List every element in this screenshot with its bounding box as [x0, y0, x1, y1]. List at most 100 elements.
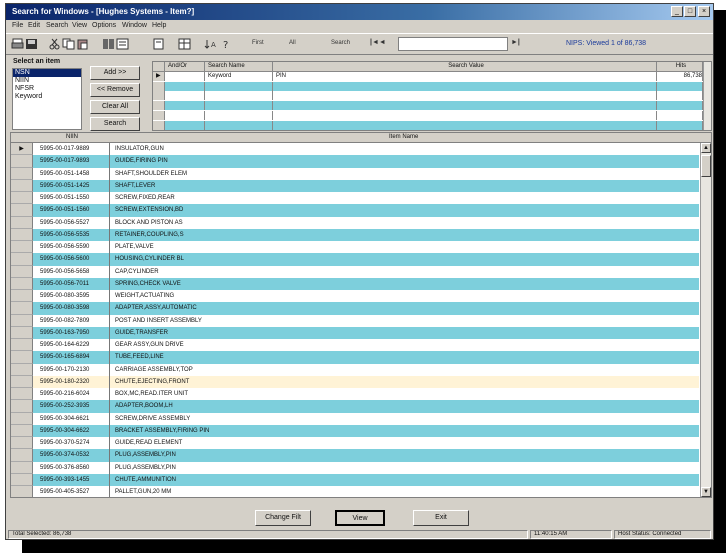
search-value-cell[interactable] [273, 81, 657, 91]
row-selector[interactable] [11, 216, 33, 229]
niin-cell[interactable]: 5995-00-080-3595 [34, 290, 110, 303]
list-item[interactable]: NFSR [13, 85, 81, 93]
criteria-scrollbar[interactable] [703, 62, 711, 130]
results-scrollbar[interactable]: ▲ ▼ [700, 143, 711, 497]
search-name-cell[interactable] [205, 91, 273, 101]
hits-cell[interactable]: 86,738 [657, 72, 703, 81]
row-selector[interactable] [11, 265, 33, 278]
criteria-row[interactable]: ▶ Keyword PIN 86,738 [153, 72, 711, 81]
item-name-cell[interactable]: SPRING,CHECK VALVE [111, 278, 703, 290]
row-marker[interactable] [153, 101, 165, 111]
row-selector[interactable] [11, 314, 33, 327]
table-row[interactable]: 5995-00-163-7950 GUIDE,TRANSFER [11, 326, 699, 339]
row-selector[interactable] [11, 192, 33, 205]
criteria-row[interactable] [153, 120, 711, 130]
header-hits[interactable]: Hits [657, 62, 703, 71]
item-name-cell[interactable]: CHUTE,EJECTING,FRONT [111, 376, 703, 388]
table-row[interactable]: 5995-00-056-5600 HOUSING,CYLINDER BL [11, 253, 699, 266]
row-marker[interactable] [153, 91, 165, 101]
title-bar[interactable]: Search for Windows - [Hughes Systems - I… [6, 4, 713, 20]
niin-cell[interactable]: 5995-00-051-1550 [34, 192, 110, 205]
niin-cell[interactable]: 5995-00-056-5658 [34, 265, 110, 278]
niin-cell[interactable]: 5995-00-304-6622 [34, 424, 110, 437]
list-item[interactable]: NSN [13, 69, 81, 77]
table-row[interactable]: 5995-00-393-1455 CHUTE,AMMUNITION [11, 473, 699, 486]
row-selector[interactable] [11, 179, 33, 192]
niin-cell[interactable]: 5995-00-080-3598 [34, 302, 110, 315]
table-row[interactable]: 5995-00-170-2130 CARRIAGE ASSEMBLY,TOP [11, 363, 699, 376]
row-selector[interactable] [11, 400, 33, 413]
row-selector[interactable] [11, 228, 33, 241]
item-name-cell[interactable]: PLATE,VALVE [111, 241, 703, 253]
scroll-thumb[interactable] [701, 155, 711, 177]
niin-cell[interactable]: 5995-00-082-7809 [34, 314, 110, 327]
paste-icon[interactable] [76, 38, 89, 50]
sort-icon[interactable]: A [204, 38, 217, 50]
scroll-down-icon[interactable]: ▼ [701, 487, 711, 497]
change-filter-button[interactable]: Change Filt [255, 510, 311, 526]
item-name-cell[interactable]: GEAR ASSY,GUN DRIVE [111, 339, 703, 351]
row-marker[interactable] [153, 120, 165, 130]
hits-cell[interactable] [657, 91, 703, 101]
criteria-row[interactable] [153, 81, 711, 91]
row-selector[interactable]: ▶ [11, 143, 33, 156]
search-value-cell[interactable] [273, 101, 657, 111]
row-selector[interactable] [11, 473, 33, 486]
table-row[interactable]: 5995-00-056-5527 BLOCK AND PISTON AS [11, 216, 699, 229]
andor-cell[interactable] [165, 110, 205, 120]
niin-cell[interactable]: 5995-00-051-1425 [34, 179, 110, 192]
clear-all-button[interactable]: Clear All [90, 100, 140, 114]
item-name-cell[interactable]: BOX,MC,READ.ITER UNIT [111, 388, 703, 400]
find-icon[interactable] [102, 38, 115, 50]
niin-cell[interactable]: 5995-00-393-1455 [34, 473, 110, 486]
prev-record-icon[interactable]: |◄◄ [370, 39, 386, 46]
help-icon[interactable]: ? [220, 38, 233, 50]
table-row[interactable]: ▶ 5995-00-017-9889 INSULATOR,GUN [11, 143, 699, 156]
andor-cell[interactable] [165, 101, 205, 111]
search-button[interactable]: Search [90, 117, 140, 131]
row-marker[interactable] [153, 110, 165, 120]
item-name-cell[interactable]: GUIDE,TRANSFER [111, 327, 703, 339]
list-item[interactable]: NIIN [13, 77, 81, 85]
table-row[interactable]: 5995-00-056-5590 PLATE,VALVE [11, 241, 699, 254]
table-row[interactable]: 5995-00-374-0532 PLUG,ASSEMBLY,PIN [11, 449, 699, 462]
niin-cell[interactable]: 5995-00-165-6894 [34, 351, 110, 364]
menu-item-edit[interactable]: Edit [28, 22, 40, 29]
hits-cell[interactable] [657, 101, 703, 111]
criteria-row[interactable] [153, 110, 711, 120]
row-selector[interactable] [11, 277, 33, 290]
menu-item-file[interactable]: File [12, 22, 23, 29]
row-selector[interactable] [11, 375, 33, 388]
row-selector[interactable] [11, 449, 33, 462]
niin-cell[interactable]: 5995-00-051-1458 [34, 167, 110, 180]
table-row[interactable]: 5995-00-080-3595 WEIGHT,ACTUATING [11, 290, 699, 303]
niin-cell[interactable]: 5995-00-051-1560 [34, 204, 110, 217]
niin-cell[interactable]: 5995-00-180-2320 [34, 375, 110, 388]
menu-item-options[interactable]: Options [92, 22, 116, 29]
table-row[interactable]: 5995-00-405-3527 PALLET,GUN,20 MM [11, 486, 699, 497]
table-row[interactable]: 5995-00-056-5535 RETAINER,COUPLING,S [11, 228, 699, 241]
niin-cell[interactable]: 5995-00-017-9889 [34, 143, 110, 156]
item-name-cell[interactable]: GUIDE,FIRING PIN [111, 155, 703, 167]
row-selector[interactable] [11, 253, 33, 266]
search-name-cell[interactable]: Keyword [205, 72, 273, 81]
table-row[interactable]: 5995-00-180-2320 CHUTE,EJECTING,FRONT [11, 375, 699, 388]
item-name-cell[interactable]: POST AND INSERT ASSEMBLY [111, 315, 703, 327]
niin-cell[interactable]: 5995-00-056-5535 [34, 228, 110, 241]
row-selector[interactable] [11, 204, 33, 217]
item-name-cell[interactable]: SCREW,EXTENSION,BD [111, 204, 703, 216]
item-name-cell[interactable]: PLUG,ASSEMBLY,PIN [111, 462, 703, 474]
view-button[interactable]: View [335, 510, 385, 526]
menu-item-window[interactable]: Window [122, 22, 147, 29]
andor-cell[interactable] [165, 81, 205, 91]
list-item[interactable]: Keyword [13, 93, 81, 101]
item-name-cell[interactable]: PLUG,ASSEMBLY,PIN [111, 449, 703, 461]
copy-icon[interactable] [62, 38, 75, 50]
table-row[interactable]: 5995-00-216-6024 BOX,MC,READ.ITER UNIT [11, 388, 699, 401]
page-icon[interactable] [152, 38, 165, 50]
niin-cell[interactable]: 5995-00-056-5600 [34, 253, 110, 266]
table-row[interactable]: 5995-00-056-5658 CAP,CYLINDER [11, 265, 699, 278]
table-row[interactable]: 5995-00-370-5274 GUIDE,READ ELEMENT [11, 437, 699, 450]
item-name-cell[interactable]: CARRIAGE ASSEMBLY,TOP [111, 364, 703, 376]
item-name-cell[interactable]: CHUTE,AMMUNITION [111, 474, 703, 486]
